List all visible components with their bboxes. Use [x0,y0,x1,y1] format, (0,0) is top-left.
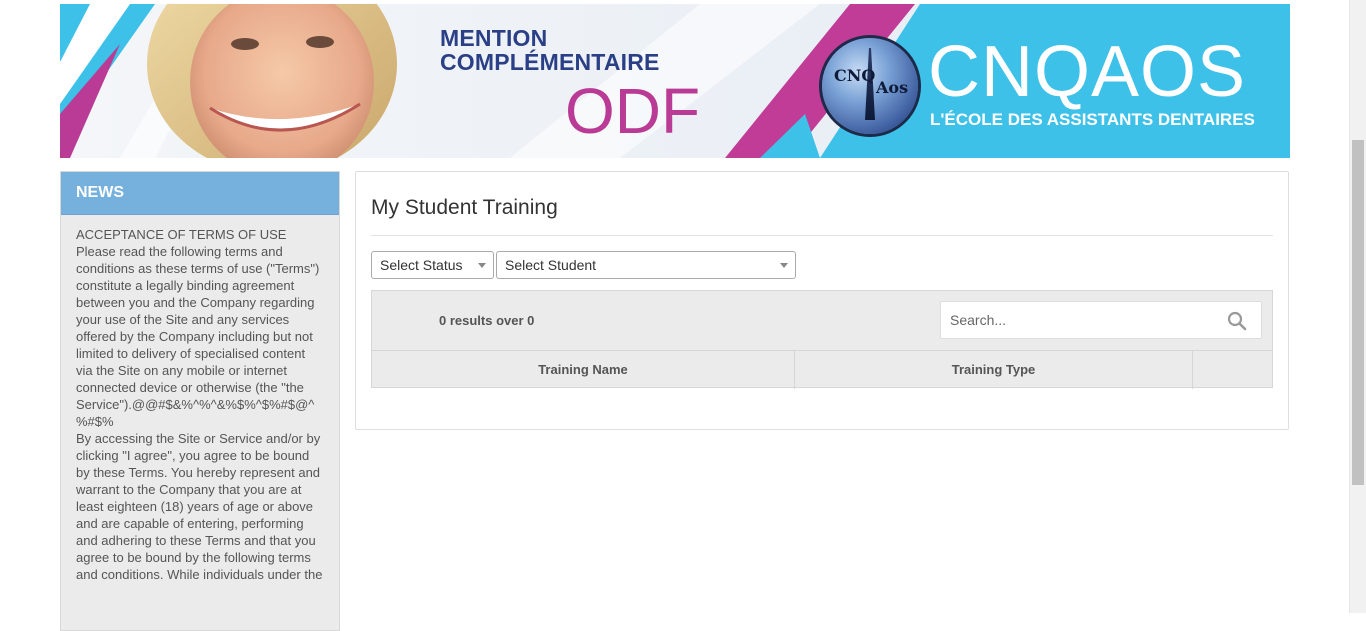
page-title: My Student Training [371,196,558,219]
cnqaos-logo-icon: CNQ Aos [822,38,918,134]
banner-program: ODF [565,75,701,147]
status-select-value: Select Status [380,257,463,273]
column-header-actions [1193,351,1272,389]
table-header: Training Name Training Type [372,350,1272,389]
header-banner: MENTION COMPLÉMENTAIRE ODF CNQ Aos CNQAO… [60,4,1290,158]
logo-text-right: Aos [876,78,909,97]
banner-title-line2: COMPLÉMENTAIRE [440,49,660,75]
banner-title-line1: MENTION [440,25,548,51]
banner-tagline: L'ÉCOLE DES ASSISTANTS DENTAIRES [930,110,1255,129]
banner-brand: CNQAOS [928,32,1247,112]
status-select[interactable]: Select Status [371,251,494,279]
search-input[interactable] [941,302,1220,338]
student-select[interactable]: Select Student [496,251,796,279]
logo-text-left: CNQ [834,66,876,85]
banner-title: MENTION COMPLÉMENTAIRE [440,26,660,74]
chevron-down-icon [478,263,486,268]
search-box[interactable] [940,301,1262,339]
news-header: NEWS [61,172,339,215]
news-panel: NEWS ACCEPTANCE OF TERMS OF USE Please r… [60,171,340,631]
column-header-training-type[interactable]: Training Type [795,351,1193,389]
training-table: 0 results over 0 Training Name Training … [371,290,1273,389]
results-count: 0 results over 0 [439,313,535,328]
search-icon[interactable] [1227,311,1247,331]
student-training-panel: My Student Training Select Status Select… [355,171,1289,430]
title-divider [371,235,1273,236]
student-select-value: Select Student [505,257,597,273]
page-scrollbar[interactable] [1349,0,1366,613]
chevron-down-icon [780,263,788,268]
column-header-training-name[interactable]: Training Name [372,351,795,389]
scrollbar-thumb[interactable] [1352,140,1364,485]
news-body: ACCEPTANCE OF TERMS OF USE Please read t… [76,227,323,582]
